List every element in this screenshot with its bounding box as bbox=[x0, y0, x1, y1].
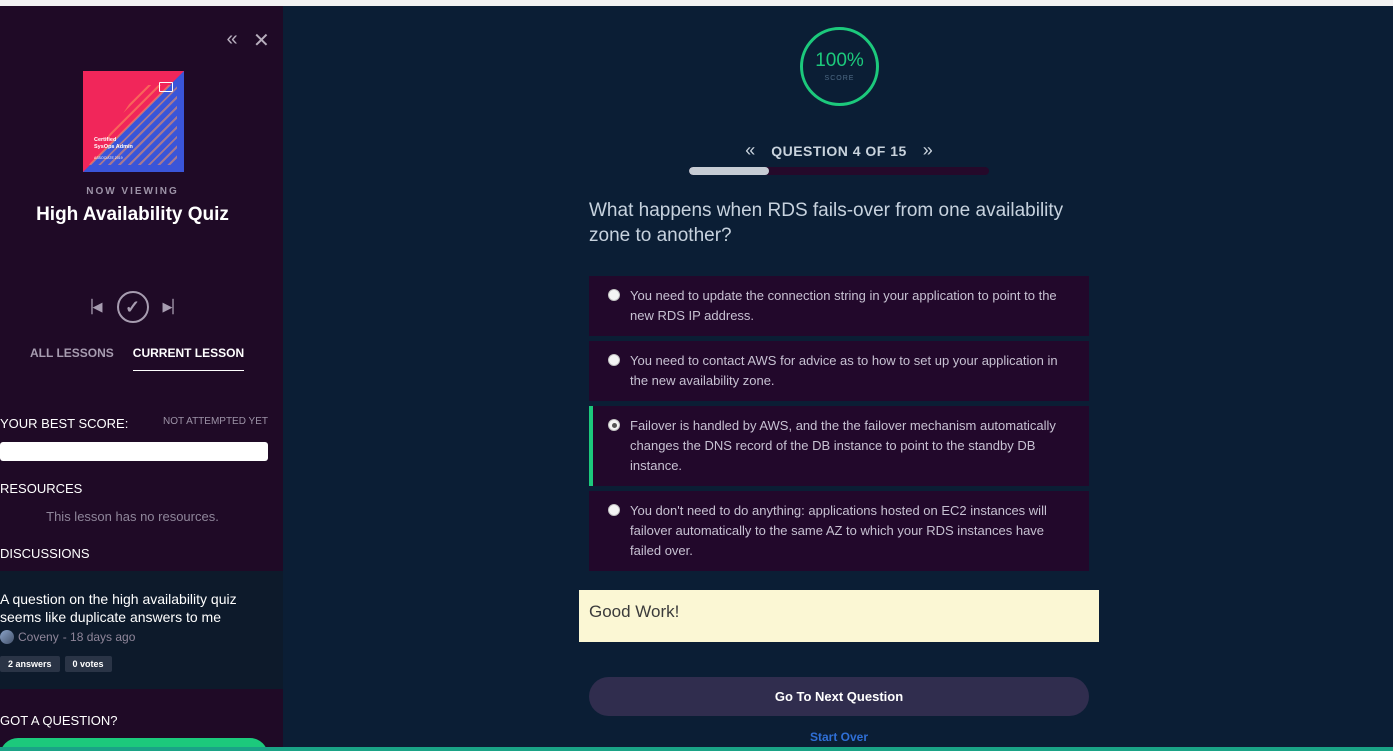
got-question-label: GOT A QUESTION? bbox=[0, 713, 118, 728]
best-score-label: YOUR BEST SCORE: bbox=[0, 416, 129, 431]
score-value: 100% bbox=[815, 50, 864, 71]
radio-button[interactable] bbox=[608, 504, 620, 516]
quiz-progress-bar bbox=[689, 167, 989, 175]
sidebar-controls: « ✕ bbox=[225, 28, 270, 53]
start-over-link[interactable]: Start Over bbox=[589, 730, 1089, 744]
answer-text: Failover is handled by AWS, and the the … bbox=[630, 418, 1056, 473]
score-ring: 100% SCORE bbox=[800, 27, 879, 106]
discussion-card[interactable]: A question on the high availability quiz… bbox=[0, 571, 283, 689]
course-cover-line2: SysOps Admin bbox=[94, 144, 133, 150]
tab-current-lesson[interactable]: CURRENT LESSON bbox=[132, 346, 245, 371]
lesson-player: ▕◀ ✓ ▶▏ bbox=[0, 291, 265, 323]
answer-text: You need to contact AWS for advice as to… bbox=[630, 353, 1058, 388]
radio-button[interactable] bbox=[608, 354, 620, 366]
votes-badge: 0 votes bbox=[64, 656, 112, 672]
discussions-label: DISCUSSIONS bbox=[0, 546, 90, 561]
double-chevron-right-icon[interactable]: » bbox=[923, 140, 933, 161]
course-cover-line3: ASSOCIATE 2019 bbox=[94, 156, 123, 160]
discussion-age: - 18 days ago bbox=[62, 630, 136, 644]
quiz-progress-fill bbox=[689, 167, 770, 175]
answer-text: You need to update the connection string… bbox=[630, 288, 1057, 323]
avatar bbox=[0, 630, 14, 644]
answer-option-4[interactable]: You don't need to do anything: applicati… bbox=[589, 491, 1089, 571]
double-chevron-left-icon[interactable]: « bbox=[745, 140, 755, 161]
tab-all-lessons[interactable]: ALL LESSONS bbox=[30, 346, 114, 371]
course-cover: Certified SysOps Admin ASSOCIATE 2019 bbox=[83, 71, 184, 172]
question-nav: « QUESTION 4 OF 15 » bbox=[689, 140, 989, 161]
next-question-button[interactable]: Go To Next Question bbox=[589, 677, 1089, 716]
answer-text: You don't need to do anything: applicati… bbox=[630, 503, 1047, 558]
question-text: What happens when RDS fails-over from on… bbox=[589, 200, 1064, 246]
answers-badge: 2 answers bbox=[0, 656, 60, 672]
radio-button-selected[interactable] bbox=[608, 419, 620, 431]
bottom-edge bbox=[0, 747, 1393, 751]
double-chevron-left-icon[interactable]: « bbox=[225, 28, 239, 53]
best-score-bar bbox=[0, 442, 268, 461]
best-score-value: NOT ATTEMPTED YET bbox=[162, 416, 268, 427]
score-label: SCORE bbox=[824, 75, 855, 82]
laptop-icon bbox=[159, 82, 173, 92]
course-cover-line1: Certified bbox=[94, 137, 117, 143]
feedback-box: Good Work! bbox=[579, 590, 1099, 642]
skip-next-icon[interactable]: ▶▏ bbox=[163, 299, 183, 315]
discussion-badges: 2 answers 0 votes bbox=[0, 656, 112, 672]
answer-option-3[interactable]: Failover is handled by AWS, and the the … bbox=[589, 406, 1089, 486]
answer-option-2[interactable]: You need to contact AWS for advice as to… bbox=[589, 341, 1089, 401]
resources-label: RESOURCES bbox=[0, 481, 83, 496]
lesson-title: High Availability Quiz bbox=[36, 204, 229, 225]
now-viewing-label: NOW VIEWING bbox=[86, 186, 179, 197]
discussion-title[interactable]: A question on the high availability quiz… bbox=[0, 590, 270, 626]
sidebar: « ✕ Certified SysOps Admin ASSOCIATE 201… bbox=[0, 6, 283, 747]
ask-question-button[interactable] bbox=[0, 738, 268, 747]
question-counter: QUESTION 4 OF 15 bbox=[771, 142, 907, 159]
discussion-author: Coveny bbox=[18, 630, 59, 644]
check-circle-icon[interactable]: ✓ bbox=[116, 291, 149, 323]
no-resources-text: This lesson has no resources. bbox=[46, 509, 219, 524]
skip-previous-icon[interactable]: ▕◀ bbox=[83, 299, 103, 315]
answer-option-1[interactable]: You need to update the connection string… bbox=[589, 276, 1089, 336]
lesson-tabs: ALL LESSONS CURRENT LESSON bbox=[30, 346, 245, 371]
discussion-meta: Coveny - 18 days ago bbox=[0, 630, 135, 644]
radio-button[interactable] bbox=[608, 289, 620, 301]
close-icon[interactable]: ✕ bbox=[253, 28, 270, 53]
